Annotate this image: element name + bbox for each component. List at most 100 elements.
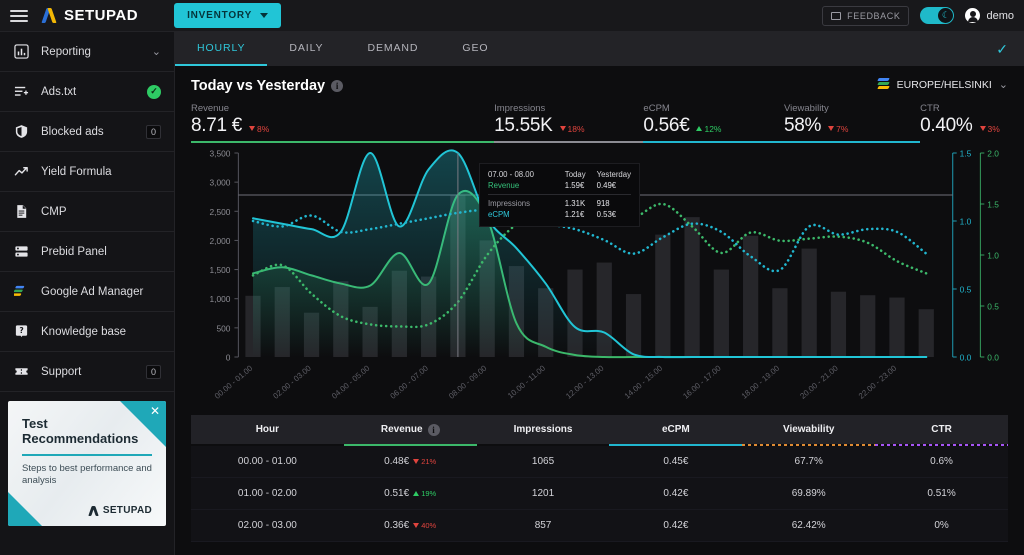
close-icon[interactable]: ✕: [150, 405, 160, 417]
cell-ctr: 0.6%: [930, 456, 953, 467]
body: Reporting ⌄ Ads.txt ✓ Blocked ads 0 Yiel…: [0, 32, 1024, 555]
revenue-change: 19%: [413, 489, 436, 498]
table-header-label: Hour: [255, 424, 280, 435]
revenue-change: 21%: [413, 457, 436, 466]
table-header-impressions[interactable]: Impressions: [477, 424, 610, 435]
table-header-row: Hour Revenue i Impressions eCPM Viewability CT…: [191, 415, 1008, 444]
trend-up-icon: [13, 163, 30, 180]
revenue-value: 0.36€: [384, 520, 410, 531]
info-icon[interactable]: i: [331, 80, 344, 92]
table-header-label: CTR: [931, 424, 952, 435]
table-row[interactable]: 00.00 - 01.00 0.48€ 21% 1065 0.45€ 67.7% 0.6%: [191, 446, 1008, 478]
check-icon[interactable]: ✓: [980, 32, 1024, 66]
svg-text:1.5: 1.5: [987, 199, 999, 209]
cell-hour: 02.00 - 03.00: [237, 520, 297, 531]
cell-ecpm: 0.42€: [663, 520, 689, 531]
tooltip-row-today: 1.59€: [564, 181, 585, 190]
inventory-dropdown-button[interactable]: INVENTORY: [174, 3, 282, 28]
feedback-label: FEEDBACK: [847, 10, 901, 21]
tab-demand[interactable]: DEMAND: [345, 32, 440, 66]
timezone-selector[interactable]: EUROPE/HELSINKI ⌄: [876, 78, 1008, 91]
table-header-ctr[interactable]: CTR: [875, 424, 1008, 435]
kpi-delta: 7%: [828, 124, 848, 134]
report-panel: Today vs Yesterday i EUROPE/HELSINKI ⌄ R…: [175, 66, 1024, 555]
table-row[interactable]: 01.00 - 02.00 0.51€ 19% 1201 0.42€ 69.89% 0.51…: [191, 478, 1008, 510]
kpi-value: 58%: [783, 115, 822, 136]
panel-header: Today vs Yesterday i EUROPE/HELSINKI ⌄: [191, 78, 1008, 94]
kpi-delta-value: 18%: [567, 123, 585, 134]
svg-text:1.0: 1.0: [987, 250, 999, 260]
inventory-label: INVENTORY: [187, 10, 253, 21]
sidebar-item-label: Support: [41, 365, 82, 378]
tab-geo[interactable]: GEO: [440, 32, 510, 66]
chart-tooltip: 07.00 - 08.00 Today Yesterday Revenue 1.…: [479, 163, 640, 227]
sidebar-item-google-ad-manager[interactable]: Google Ad Manager: [0, 272, 174, 312]
sidebar-item-prebid-panel[interactable]: Prebid Panel: [0, 232, 174, 272]
theme-toggle[interactable]: ☾: [920, 7, 955, 24]
table-header-underline-ctr: [875, 444, 1008, 446]
promo-brand: SETUPAD: [89, 505, 152, 516]
table-header-underline-hour: [191, 444, 344, 446]
top-bar: SETUPAD INVENTORY FEEDBACK ☾ demo: [0, 0, 1024, 32]
svg-text:3,000: 3,000: [209, 178, 230, 188]
tooltip-row-yesterday: 0.53€: [596, 210, 617, 219]
revenue-change: 40%: [413, 521, 436, 530]
hamburger-icon[interactable]: [10, 9, 28, 22]
feedback-button[interactable]: FEEDBACK: [822, 5, 910, 26]
cell-viewability: 69.89%: [791, 488, 826, 499]
info-icon[interactable]: i: [427, 423, 440, 436]
sidebar-item-label: Ads.txt: [41, 85, 77, 98]
sidebar-item-ads-txt[interactable]: Ads.txt ✓: [0, 72, 174, 112]
kpi-label: Viewability: [783, 103, 829, 114]
cell-hour: 01.00 - 02.00: [237, 488, 297, 499]
table-header-hour[interactable]: Hour: [191, 424, 344, 435]
cell-impressions: 1201: [531, 488, 555, 499]
triangle-down-icon: [828, 126, 835, 131]
sidebar-item-knowledge-base[interactable]: ? Knowledge base: [0, 312, 174, 352]
table-header-viewability[interactable]: Viewability: [742, 424, 875, 435]
tooltip-row-label: Revenue: [488, 181, 520, 190]
table-header-revenue[interactable]: Revenue i: [344, 423, 477, 436]
triangle-down-icon: [249, 126, 256, 131]
document-icon: [13, 203, 30, 220]
brand-name: SETUPAD: [64, 7, 139, 24]
kpi-underline: [494, 141, 644, 143]
sidebar-item-reporting[interactable]: Reporting ⌄: [0, 32, 174, 72]
svg-text:1,500: 1,500: [209, 265, 230, 275]
table-row[interactable]: 02.00 - 03.00 0.36€ 40% 857 0.42€ 62.42% 0%: [191, 510, 1008, 542]
tooltip-row-today: 1.31K: [564, 199, 586, 208]
svg-text:16.00 - 17.00: 16.00 - 17.00: [681, 363, 723, 401]
tooltip-col-today: Today: [564, 170, 586, 179]
user-menu[interactable]: demo: [965, 8, 1014, 23]
sidebar-item-cmp[interactable]: CMP: [0, 192, 174, 232]
table-header-ecpm[interactable]: eCPM: [609, 424, 742, 435]
sidebar-item-support[interactable]: Support 0: [0, 352, 174, 392]
tooltip-divider: [488, 194, 631, 195]
ticket-icon: [13, 363, 30, 380]
user-name: demo: [986, 9, 1014, 22]
kpi-viewability: Viewability 58% 7%: [783, 103, 921, 143]
svg-text:0.5: 0.5: [987, 301, 999, 311]
sidebar-item-blocked-ads[interactable]: Blocked ads 0: [0, 112, 174, 152]
svg-text:18.00 - 19.00: 18.00 - 19.00: [740, 363, 782, 401]
tab-hourly[interactable]: HOURLY: [175, 32, 268, 66]
table-header-underline-ecpm: [609, 444, 743, 446]
cell-revenue: 0.48€ 21%: [344, 456, 477, 467]
cell-hour: 00.00 - 01.00: [237, 456, 297, 467]
svg-text:02.00 - 03.00: 02.00 - 03.00: [271, 363, 313, 401]
tab-daily[interactable]: DAILY: [267, 32, 345, 66]
kpi-delta-value: 8%: [257, 123, 270, 134]
question-icon: ?: [13, 323, 30, 340]
svg-text:10.00 - 11.00: 10.00 - 11.00: [506, 363, 547, 400]
kpi-underline: [191, 141, 495, 143]
timezone-label: EUROPE/HELSINKI: [896, 78, 992, 91]
promo-subtitle: Steps to best performance and analysis: [22, 462, 152, 486]
svg-text:0.0: 0.0: [987, 352, 999, 362]
table-header-underline-viewability: [742, 444, 876, 446]
tooltip-range: 07.00 - 08.00: [488, 170, 534, 179]
sidebar-item-yield-formula[interactable]: Yield Formula: [0, 152, 174, 192]
table-header-underline-revenue: [343, 444, 477, 446]
promo-card[interactable]: ✕ Test Recommendations Steps to best per…: [8, 401, 166, 526]
triangle-down-icon: [559, 126, 566, 131]
tooltip-row-today: 1.21€: [564, 210, 585, 219]
